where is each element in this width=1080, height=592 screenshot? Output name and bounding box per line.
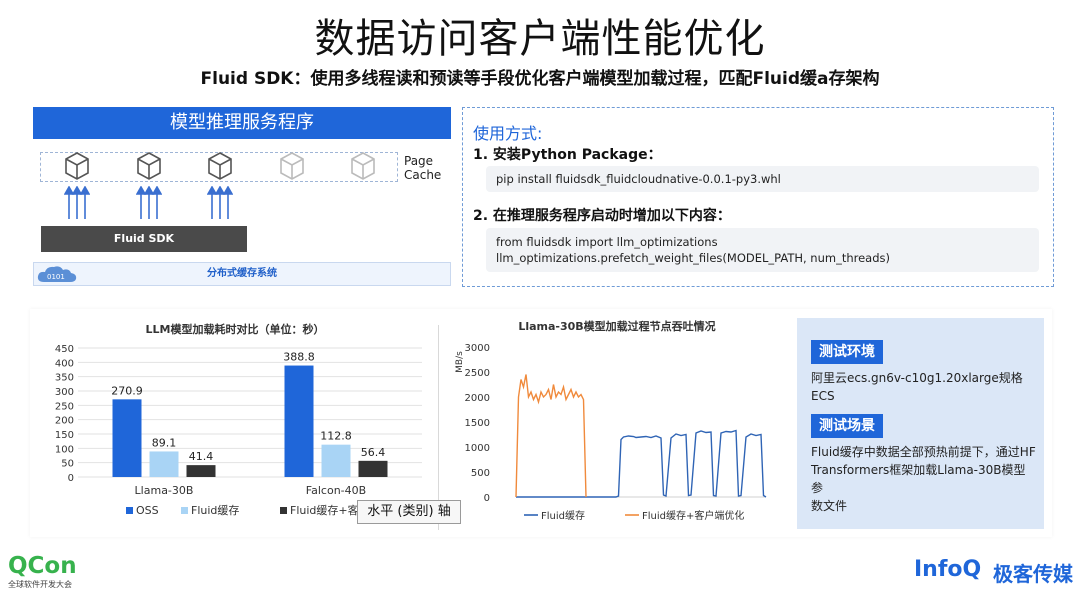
y-tick-label: 200 (55, 416, 74, 427)
code-line-1: from fluidsdk import llm_optimizations (496, 235, 718, 249)
fluid-sdk-bar: Fluid SDK (41, 226, 247, 252)
y-tick-label: 2500 (465, 368, 490, 379)
y-tick-label: 150 (55, 430, 74, 441)
legend-label: Fluid缓存+客户端优化 (642, 509, 744, 522)
scenario-line-2: Transformers框架加载Llama-30B模型参 (811, 463, 1026, 495)
throughput-line-chart[interactable]: Llama-30B模型加载过程节点吞吐情况 MB/s 0 500 1000 1500 200… (440, 316, 790, 531)
bar (358, 460, 388, 477)
usage-title: 使用方式: (473, 124, 543, 143)
axis-tooltip: 水平 (类别) 轴 (357, 500, 461, 524)
qcon-logo: QCon (8, 553, 77, 579)
test-env-text: 阿里云ecs.gn6v-c10g1.20xlarge规格ECS (811, 371, 1023, 403)
page-subtitle: Fluid SDK：使用多线程读和预读等手段优化客户端模型加载过程，匹配Flui… (200, 69, 880, 89)
step-install: 1. 安装Python Package： (473, 147, 662, 163)
infoq-logo: InfoQ (914, 557, 982, 582)
y-axis-label: MB/s (455, 351, 465, 373)
x-category-label: Llama-30B (135, 484, 194, 497)
bar (149, 451, 179, 477)
y-tick-label: 300 (55, 387, 74, 398)
test-env-tag: 测试环境 (811, 340, 883, 364)
y-tick-label: 0 (484, 493, 490, 504)
bar-data-label: 112.8 (320, 430, 352, 443)
distributed-cache-bar: 0101 分布式缓存系统 (33, 262, 451, 286)
legend-swatch (280, 507, 287, 514)
bar-chart-title: LLM模型加载耗时对比（单位：秒） (146, 322, 325, 336)
line-chart-title: Llama-30B模型加载过程节点吞吐情况 (518, 319, 715, 333)
page-cache-line1: Page (404, 154, 434, 168)
y-tick-label: 400 (55, 358, 74, 369)
page-title: 数据访问客户端性能优化 (314, 16, 766, 62)
bar (186, 465, 216, 477)
cube-icon (208, 152, 232, 180)
y-tick-label: 350 (55, 373, 74, 384)
code-snippet[interactable]: from fluidsdk import llm_optimizations l… (486, 228, 1039, 272)
bar (321, 444, 351, 477)
y-tick-label: 1500 (465, 418, 490, 429)
legend-label: Fluid缓存 (191, 503, 239, 517)
y-tick-label: 450 (55, 344, 74, 355)
bar-data-label: 89.1 (152, 436, 177, 449)
scenario-line-1: Fluid缓存中数据全部预热前提下，通过HF (811, 445, 1036, 459)
bar-data-label: 270.9 (111, 384, 143, 397)
legend-swatch (181, 507, 188, 514)
scenario-line-3: 数文件 (811, 499, 848, 513)
page-cache-label: Page Cache (404, 154, 441, 182)
bar (112, 399, 142, 477)
series-line (516, 429, 767, 498)
y-tick-label: 3000 (465, 343, 490, 354)
y-tick-label: 100 (55, 444, 74, 455)
bar-data-label: 388.8 (283, 351, 315, 364)
legend-label: OSS (136, 504, 159, 517)
test-info-panel: 测试环境 阿里云ecs.gn6v-c10g1.20xlarge规格ECS 测试场… (797, 318, 1044, 529)
upload-arrows-icon (207, 186, 233, 219)
page-cache-line2: Cache (404, 168, 442, 182)
legend-label: Fluid缓存 (541, 509, 585, 522)
upload-arrows-icon (136, 186, 162, 219)
bar-data-label: 41.4 (189, 450, 214, 463)
cube-icon (280, 152, 304, 180)
y-tick-label: 0 (68, 473, 74, 484)
upload-arrows-icon (64, 186, 90, 219)
bar (284, 365, 314, 477)
usage-panel: 使用方式: 1. 安装Python Package： pip install f… (462, 107, 1054, 287)
install-command[interactable]: pip install fluidsdk_fluidcloudnative-0.… (486, 166, 1039, 192)
step-add-code: 2. 在推理服务程序启动时增加以下内容： (473, 208, 731, 224)
test-scenario-tag: 测试场景 (811, 414, 883, 438)
series-line (515, 374, 587, 498)
y-tick-label: 50 (61, 459, 74, 470)
y-tick-label: 250 (55, 401, 74, 412)
cube-icon (351, 152, 375, 180)
brand-name: 极客传媒 (993, 562, 1073, 586)
test-scenario-text: Fluid缓存中数据全部预热前提下，通过HF Transformers框架加载L… (811, 443, 1036, 515)
code-line-2: llm_optimizations.prefetch_weight_files(… (496, 251, 891, 265)
x-category-label: Falcon-40B (306, 484, 366, 497)
cube-icon (137, 152, 161, 180)
distributed-cache-label: 分布式缓存系统 (207, 268, 277, 279)
inference-service-header: 模型推理服务程序 (33, 107, 451, 139)
y-tick-label: 2000 (465, 393, 490, 404)
cube-icon (65, 152, 89, 180)
y-tick-label: 1000 (465, 443, 490, 454)
load-time-bar-chart[interactable]: LLM模型加载耗时对比（单位：秒） 0 50 100 150 200 250 300 350 40… (30, 316, 435, 531)
y-tick-label: 500 (471, 468, 490, 479)
bar-data-label: 56.4 (361, 446, 386, 459)
qcon-subtitle: 全球软件开发大会 (8, 580, 72, 589)
legend-swatch (126, 507, 133, 514)
